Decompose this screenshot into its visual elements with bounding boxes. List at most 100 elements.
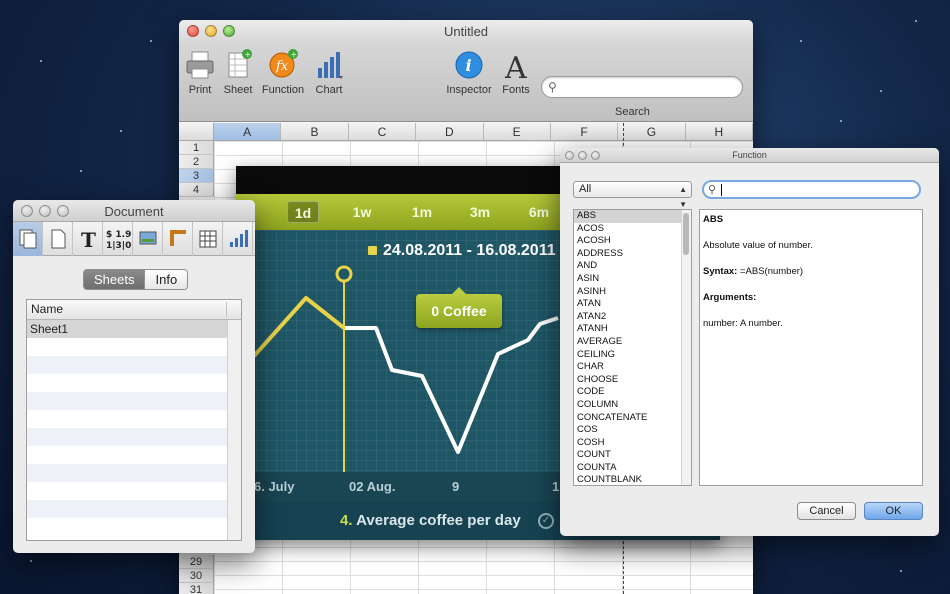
svg-text:+: + [245,50,252,59]
main-titlebar[interactable]: Untitled [179,20,753,44]
column-header[interactable]: B [281,123,349,140]
function-list-item[interactable]: ATAN2 [574,311,691,324]
tab-info[interactable]: Info [144,270,188,289]
list-item[interactable]: Sheet1 [27,320,241,338]
list-item [27,410,241,428]
x-axis-label: 6. July [254,479,295,494]
list-item [27,518,241,536]
function-list-item[interactable]: AVERAGE [574,336,691,349]
arguments-value: number: A number. [703,318,783,329]
toolbar-search-input[interactable]: ⚲ [541,76,743,98]
number-format-icon: $ 1.991|3|02 [106,230,131,251]
period-tab[interactable]: 6m [523,201,555,223]
star [80,170,82,172]
syntax-label: Syntax: [703,266,738,277]
function-list-item[interactable]: ASIN [574,273,691,286]
graphic-inspector-tab[interactable] [133,222,163,256]
category-select[interactable]: All ▲ ▼ [573,181,692,209]
period-tab[interactable]: 1m [406,201,438,223]
inspector-button[interactable]: i Inspector [442,48,496,96]
column-header[interactable]: H [686,123,753,140]
list-item [27,500,241,518]
function-list-item[interactable]: CONCATENATE [574,412,691,425]
bar-chart-icon [313,48,345,82]
chart-icon [229,230,248,247]
tab-sheets[interactable]: Sheets [84,270,145,289]
search-icon: ⚲ [708,184,717,196]
star [120,130,122,132]
row-header[interactable]: 30 [179,569,214,583]
function-list-item[interactable]: COUNTA [574,462,691,475]
document-inspector-tab[interactable] [13,222,43,256]
star [900,570,902,572]
function-search-input[interactable]: ⚲ [702,180,921,199]
table-inspector-tab[interactable] [193,222,223,256]
row-header[interactable]: 3 [179,169,214,183]
fonts-button[interactable]: A Fonts [489,48,543,96]
check-icon[interactable]: ✓ [538,513,554,529]
name-column-header[interactable]: Name [27,300,241,320]
function-list-scrollbar[interactable] [681,210,691,485]
function-list-item[interactable]: COS [574,424,691,437]
document-titlebar[interactable]: Document [13,200,255,222]
star [30,560,32,562]
select-all-corner[interactable] [179,123,214,141]
function-list-item[interactable]: CODE [574,386,691,399]
function-title: Function [732,150,767,160]
row-header[interactable]: 2 [179,155,214,169]
stroke-inspector-tab[interactable] [163,222,193,256]
chart-inspector-tab[interactable] [223,222,253,256]
format-inspector-tab[interactable]: $ 1.991|3|02 [103,222,133,256]
column-header[interactable]: C [349,123,417,140]
period-tab[interactable]: 1w [346,201,378,223]
function-list-item[interactable]: COSH [574,437,691,450]
column-header[interactable]: E [484,123,551,140]
column-header[interactable]: G [618,123,686,140]
sheet-inspector-tab[interactable] [43,222,73,256]
row-header[interactable]: 4 [179,183,214,197]
function-list-item[interactable]: CHAR [574,361,691,374]
column-header[interactable]: F [551,123,619,140]
column-header[interactable]: A [214,123,282,140]
cursor-handle[interactable] [335,265,353,283]
star [40,60,42,62]
function-list-item[interactable]: COUNTBLANK [574,474,691,485]
function-list-item[interactable]: ATANH [574,323,691,336]
inspector-tabs: T $ 1.991|3|02 [13,222,255,256]
period-tab[interactable]: 1d [287,201,319,223]
search-label: Search [615,106,650,118]
function-list-item[interactable]: CEILING [574,349,691,362]
sheets-scrollbar[interactable] [227,320,241,540]
function-list-item[interactable]: CHOOSE [574,374,691,387]
function-list-item[interactable]: ACOSH [574,235,691,248]
caption-number: 4. [340,512,353,529]
function-list-item[interactable]: COUNT [574,449,691,462]
row-header[interactable]: 31 [179,583,214,594]
function-list-item[interactable]: ACOS [574,223,691,236]
document-inspector-window: Document T $ 1.991|3|02 SheetsInfo Name … [13,200,255,553]
cancel-button[interactable]: Cancel [797,502,856,520]
column-header[interactable]: D [416,123,484,140]
ok-button[interactable]: OK [864,502,923,520]
column-headers: ABCDEFGH [214,123,753,141]
row-header[interactable]: 29 [179,555,214,569]
list-item [27,392,241,410]
chart-button[interactable]: Chart [302,48,356,96]
description-name: ABS [703,214,724,225]
function-list-item[interactable]: ADDRESS [574,248,691,261]
period-tab[interactable]: 3m [464,201,496,223]
svg-text:A: A [504,51,527,82]
scroll-thumb[interactable] [683,213,689,255]
star [880,90,882,92]
row-header[interactable]: 1 [179,141,214,155]
function-list-item[interactable]: ATAN [574,298,691,311]
function-list-item[interactable]: ABS [574,210,691,223]
date-range: 24.08.2011 - 16.08.2011 [368,242,556,260]
function-list-item[interactable]: ASINH [574,286,691,299]
function-list-item[interactable]: COLUMN [574,399,691,412]
function-list-item[interactable]: AND [574,260,691,273]
list-item [27,374,241,392]
search-icon: ⚲ [548,80,557,94]
function-titlebar[interactable]: Function [560,148,939,163]
text-inspector-tab[interactable]: T [73,222,103,256]
